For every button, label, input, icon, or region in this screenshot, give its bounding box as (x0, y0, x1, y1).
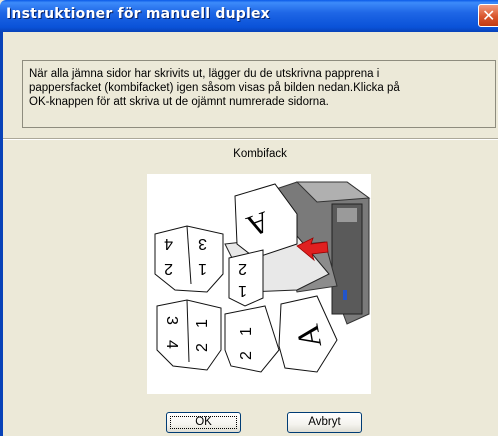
printer-illustration-svg: A 4 3 2 1 2 1 3 4 1 2 1 2 A (154, 181, 371, 373)
page-number: 1 (194, 319, 211, 328)
stack-right-bottom: A (278, 295, 338, 373)
page-number: 2 (238, 351, 255, 360)
instructions-box: När alla jämna sidor har skrivits ut, lä… (22, 60, 496, 128)
page-number: 2 (238, 260, 247, 277)
page-number: 3 (163, 316, 180, 325)
tray-caption: Kombifack (233, 148, 287, 160)
focus-rectangle (170, 416, 237, 429)
instruction-line: OK-knappen för att skriva ut de ojämnt n… (29, 96, 329, 108)
close-button[interactable]: ✕ (478, 4, 498, 27)
page-number: 2 (164, 260, 173, 277)
ok-button[interactable]: OK (166, 412, 241, 433)
page-number: 4 (164, 235, 173, 252)
stack-middle-top: 2 1 (228, 249, 264, 307)
page-number: 1 (238, 327, 255, 336)
cancel-button[interactable]: Avbryt (287, 412, 362, 433)
instruction-line: När alla jämna sidor har skrivits ut, lä… (29, 68, 380, 80)
page-number: 4 (163, 340, 180, 349)
page-number: 3 (198, 235, 207, 252)
close-icon: ✕ (482, 6, 496, 25)
instruction-line: pappersfacket (kombifacket) igen såsom v… (29, 82, 400, 94)
stack-middle-bottom: 1 2 (224, 305, 280, 373)
page-number: 2 (194, 343, 211, 352)
title-bar[interactable]: Instruktioner för manuell duplex ✕ (0, 0, 498, 32)
instructions-text: När alla jämna sidor har skrivits ut, lä… (29, 67, 489, 109)
cancel-button-label: Avbryt (308, 416, 341, 428)
window-title: Instruktioner för manuell duplex (6, 6, 270, 22)
stack-left-top: 4 3 2 1 (154, 225, 224, 293)
stack-left-bottom: 3 4 1 2 (156, 299, 222, 371)
duplex-illustration: A 4 3 2 1 2 1 3 4 1 2 1 2 A (147, 174, 371, 394)
separator (3, 138, 498, 140)
page-number: 1 (238, 282, 247, 299)
page-number: 1 (198, 260, 207, 277)
